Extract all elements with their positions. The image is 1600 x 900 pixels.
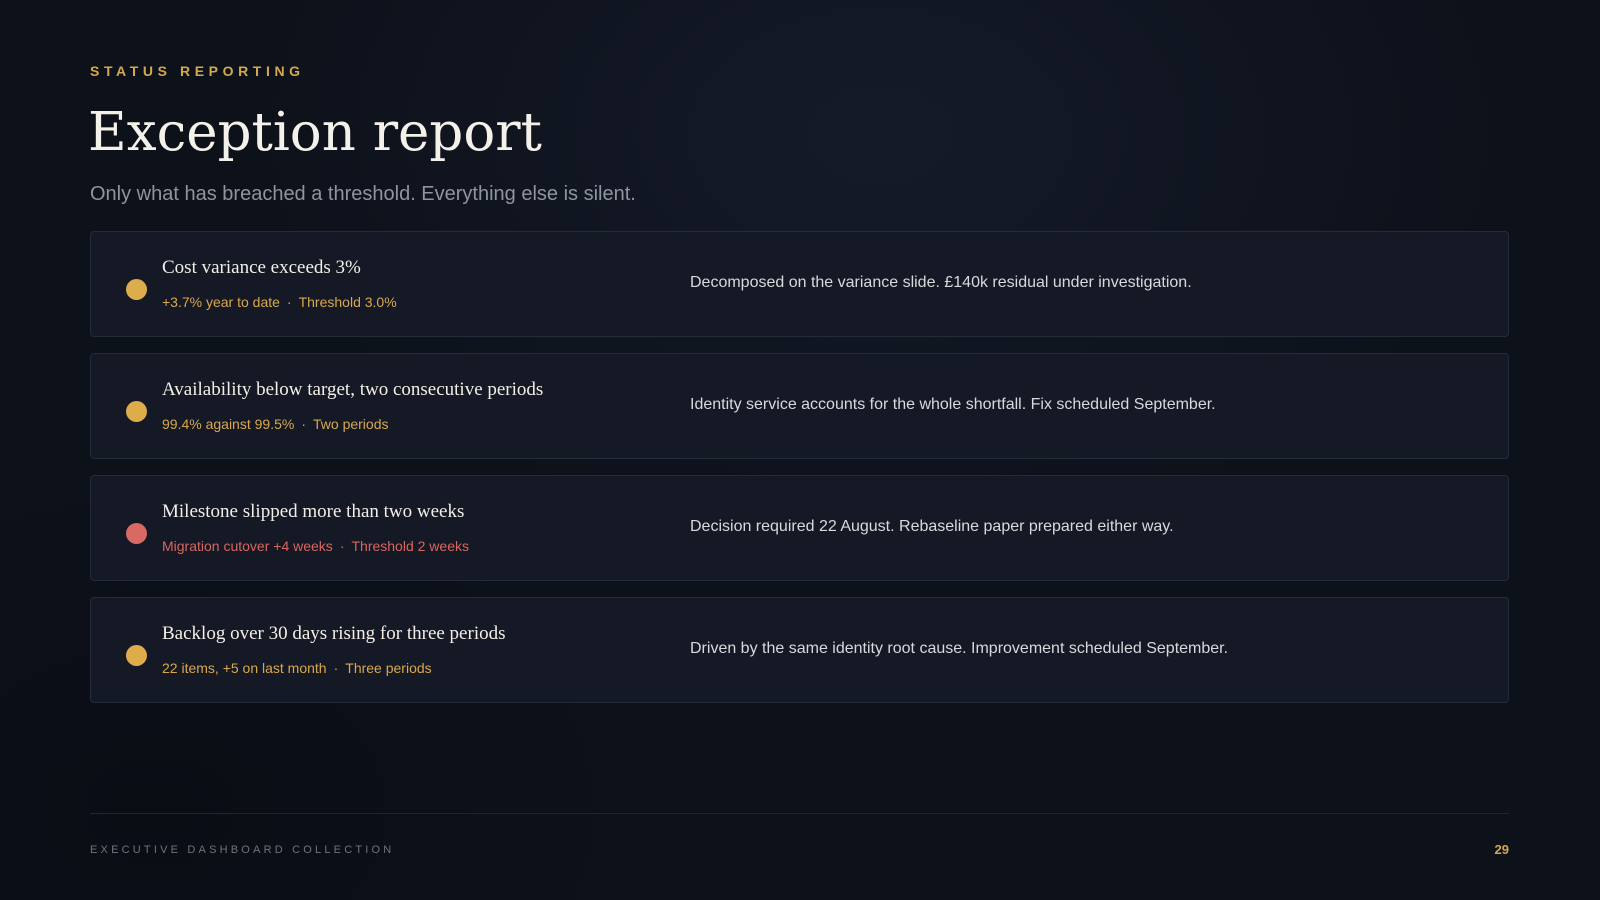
- meta-separator: ·: [333, 660, 339, 676]
- exception-metric: +3.7% year to date: [162, 294, 280, 310]
- exception-threshold: Threshold 2 weeks: [351, 538, 469, 554]
- footer-label: EXECUTIVE DASHBOARD COLLECTION: [90, 844, 395, 856]
- status-dot-icon: [126, 645, 147, 666]
- exception-meta: Migration cutover +4 weeks · Threshold 2 w…: [162, 538, 469, 554]
- exception-meta: 22 items, +5 on last month · Three periods: [162, 660, 432, 676]
- exception-title: Cost variance exceeds 3%: [162, 257, 361, 278]
- exception-metric: Migration cutover +4 weeks: [162, 538, 333, 554]
- exception-card[interactable]: Milestone slipped more than two weeks Mi…: [90, 475, 1509, 581]
- exception-meta: 99.4% against 99.5% · Two periods: [162, 416, 388, 432]
- exception-threshold: Threshold 3.0%: [298, 294, 397, 310]
- meta-separator: ·: [301, 416, 306, 432]
- meta-separator: ·: [339, 538, 345, 554]
- exception-threshold: Three periods: [345, 660, 432, 676]
- exception-metric: 22 items, +5 on last month: [162, 660, 327, 676]
- exception-card[interactable]: Cost variance exceeds 3% +3.7% year to d…: [90, 231, 1509, 337]
- exception-card[interactable]: Backlog over 30 days rising for three pe…: [90, 597, 1509, 703]
- status-dot-icon: [126, 279, 147, 300]
- exception-meta: +3.7% year to date · Threshold 3.0%: [162, 294, 397, 310]
- status-dot-icon: [126, 401, 147, 422]
- exception-note: Decomposed on the variance slide. £140k …: [690, 274, 1192, 291]
- exception-title: Milestone slipped more than two weeks: [162, 501, 465, 522]
- page-subtitle: Only what has breached a threshold. Ever…: [90, 183, 636, 205]
- exception-threshold: Two periods: [313, 416, 389, 432]
- exception-title: Backlog over 30 days rising for three pe…: [162, 623, 506, 644]
- status-dot-icon: [126, 523, 147, 544]
- page-title: Exception report: [88, 102, 542, 163]
- exception-note: Decision required 22 August. Rebaseline …: [690, 518, 1174, 535]
- exception-note: Identity service accounts for the whole …: [690, 396, 1216, 413]
- eyebrow-label: STATUS REPORTING: [90, 63, 305, 79]
- exception-list: Cost variance exceeds 3% +3.7% year to d…: [90, 231, 1509, 719]
- page-number: 29: [1494, 842, 1509, 857]
- footer-divider: [90, 813, 1509, 814]
- exception-metric: 99.4% against 99.5%: [162, 416, 295, 432]
- exception-note: Driven by the same identity root cause. …: [690, 640, 1229, 657]
- exception-title: Availability below target, two consecuti…: [162, 379, 544, 400]
- exception-card[interactable]: Availability below target, two consecuti…: [90, 353, 1509, 459]
- meta-separator: ·: [286, 294, 292, 310]
